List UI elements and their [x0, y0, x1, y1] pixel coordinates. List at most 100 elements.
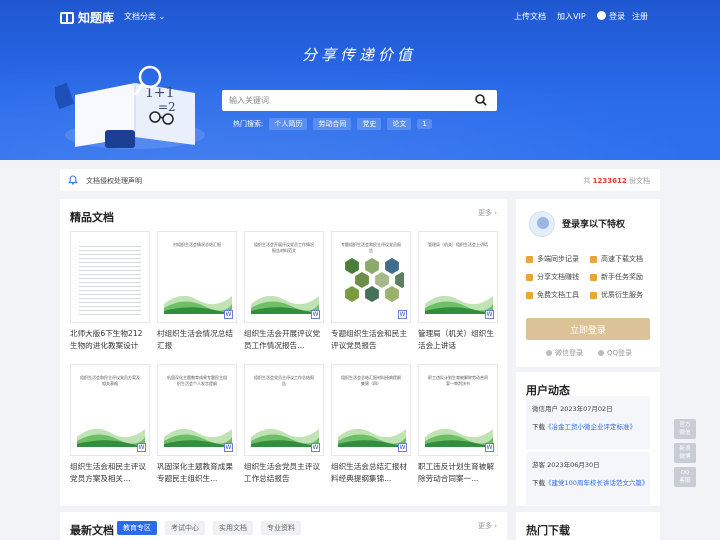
doc-thumbnail: 组织生活会和民主评议党员方案及相关表格 W — [70, 364, 150, 456]
hot-search-term[interactable]: 论文 — [387, 118, 412, 130]
doc-card[interactable]: 组织生活会开展评议党员工作情况报告材料范文 W 组织生活会开展评议党员工作情况报告.… — [244, 231, 324, 352]
search-box — [222, 90, 497, 111]
logo-text: 知题库 — [78, 11, 115, 25]
doc-thumb-title: 组织生活会和民主评议党员方案及相关表格 — [80, 375, 140, 386]
doc-thumbnail: 组织生活会总结汇报材料经典提纲集锦（四） W — [331, 364, 411, 456]
doc-card[interactable]: 职工违反计划生育被解除劳动合同案一审判决书 W 职工违反计划生育被解除劳动合同案一.… — [418, 364, 498, 485]
category-menu[interactable]: 文档分类 ⌄ — [124, 11, 165, 22]
doc-title[interactable]: 巩固深化主题教育成果专题民主组织生... — [157, 461, 237, 485]
word-file-icon: W — [311, 443, 320, 452]
qq-login-link[interactable]: QQ登录 — [598, 348, 632, 358]
feature-item: 高速下载文档 — [590, 254, 643, 264]
doc-thumb-title: 组织生活会开展评议党员工作情况报告材料范文 — [254, 242, 314, 253]
featured-docs-card: 精品文档 更多 › 北师大版6下生物212生物的进化教案设计 村组织生活会情况总结… — [60, 199, 507, 506]
latest-tabs: 教育专区 考试中心 实用文档 专业资料 — [117, 521, 301, 535]
book-logo-icon — [60, 11, 74, 24]
doc-title[interactable]: 管理局（机关）组织生活会上讲话 — [418, 328, 498, 352]
doc-title[interactable]: 组织生活会开展评议党员工作情况报告... — [244, 328, 324, 352]
latest-docs-card: 最新文档 教育专区 考试中心 实用文档 专业资料 更多 › — [60, 512, 507, 540]
tab-professional[interactable]: 专业资料 — [261, 521, 301, 535]
doc-title[interactable]: 职工违反计划生育被解除劳动合同案一... — [418, 461, 498, 485]
word-file-icon: W — [398, 310, 407, 319]
word-file-icon: W — [485, 310, 494, 319]
doc-card[interactable]: 村组织生活会情况总结汇报 W 村组织生活会情况总结汇报 — [157, 231, 237, 352]
doc-thumb-title: 专题组织生活会和民主评议党员报告 — [341, 242, 401, 253]
tab-exams[interactable]: 考试中心 — [165, 521, 205, 535]
doc-title[interactable]: 专题组织生活会和民主评议党员报告 — [331, 328, 411, 352]
category-menu-label: 文档分类 — [124, 12, 156, 21]
featured-title: 精品文档 — [70, 211, 114, 224]
bell-icon — [68, 175, 78, 185]
wechat-login-link[interactable]: 微信登录 — [546, 348, 583, 358]
doc-card[interactable]: 组织生活会总结汇报材料经典提纲集锦（四） W 组织生活会总结汇报材料经典提纲集锦..… — [331, 364, 411, 485]
wechat-login-label: 微信登录 — [555, 349, 583, 357]
feature-label: 优质衍生服务 — [601, 291, 643, 299]
vip-link[interactable]: 加入VIP — [557, 11, 586, 22]
feature-label: 免费文档工具 — [537, 291, 579, 299]
word-file-icon: W — [311, 310, 320, 319]
doc-card[interactable]: 组织生活会和民主评议党员方案及相关表格 W 组织生活会和民主评议党员方案及相关... — [70, 364, 150, 485]
hills-illustration — [338, 428, 406, 447]
activity-verb: 下载 — [532, 479, 545, 487]
activity-item: 游客 2023年06月30日 下载《建党100周年校长讲话范文六篇》 — [526, 452, 650, 505]
doc-card[interactable]: 巩固深化主题教育成果专题民主组织生活会个人发言提纲 W 巩固深化主题教育成果专题民主… — [157, 364, 237, 485]
notice-link[interactable]: 文档侵权处理声明 — [86, 176, 142, 186]
doc-thumbnail: 管理局（机关）组织生活会上讲话 W — [418, 231, 498, 323]
doc-title[interactable]: 组织生活会总结汇报材料经典提纲集锦... — [331, 461, 411, 485]
activity-user: 微信用户 2023年07月02日 — [532, 405, 613, 413]
doc-card[interactable]: 组织生活会党员主评议工作总结报告 W 组织生活会党员主评议工作总结报告 — [244, 364, 324, 485]
hot-search-term[interactable]: 劳动合同 — [313, 118, 352, 130]
search-icon[interactable] — [475, 94, 487, 106]
upload-link[interactable]: 上传文档 — [514, 11, 546, 22]
site-logo[interactable]: 知题库 — [60, 9, 114, 26]
featured-more-link[interactable]: 更多 › — [478, 208, 497, 218]
hexagon-collage — [345, 258, 404, 302]
qq-service-float[interactable]: QQ 客服 — [674, 467, 696, 487]
hills-illustration — [251, 428, 319, 447]
share-icon — [526, 273, 533, 281]
tab-practical[interactable]: 实用文档 — [213, 521, 253, 535]
hot-search-term[interactable]: 个人简历 — [269, 118, 308, 130]
doc-thumb-title: 管理局（机关）组织生活会上讲话 — [428, 242, 488, 247]
hot-downloads-title: 热门下载 — [526, 524, 570, 537]
doc-thumb-title: 巩固深化主题教育成果专题民主组织生活会个人发言提纲 — [167, 375, 227, 386]
word-file-icon: W — [137, 443, 146, 452]
activity-action: 下载《冶金工贸小微企业评定标准》 — [532, 421, 636, 431]
word-file-icon: W — [224, 310, 233, 319]
doc-thumbnail: 职工违反计划生育被解除劳动合同案一审判决书 W — [418, 364, 498, 456]
hot-search-term[interactable]: 党史 — [357, 118, 382, 130]
chevron-down-icon: ⌄ — [158, 12, 166, 21]
latest-more-link[interactable]: 更多 › — [478, 521, 497, 531]
login-link[interactable]: 登录 — [597, 11, 625, 22]
gift-icon — [590, 273, 597, 281]
activity-action: 下载《建党100周年校长讲话范文六篇》 — [532, 477, 648, 487]
doc-title[interactable]: 村组织生活会情况总结汇报 — [157, 328, 237, 352]
doc-card[interactable]: 专题组织生活会和民主评议党员报告 W 专题组织生活会和民主评议党员报告 — [331, 231, 411, 352]
doc-card[interactable]: 管理局（机关）组织生活会上讲话 W 管理局（机关）组织生活会上讲话 — [418, 231, 498, 352]
feature-item: 分享文档赚钱 — [526, 272, 579, 282]
search-input[interactable] — [222, 90, 462, 111]
wechat-official-float[interactable]: 官方 微信 — [674, 419, 696, 439]
qq-icon — [598, 350, 604, 356]
doc-thumbnail: 组织生活会开展评议党员工作情况报告材料范文 W — [244, 231, 324, 323]
tab-education[interactable]: 教育专区 — [117, 521, 157, 535]
register-link[interactable]: 注册 — [632, 11, 648, 22]
doc-title[interactable]: 组织生活会党员主评议工作总结报告 — [244, 461, 324, 485]
hot-search-term[interactable]: 1 — [417, 119, 432, 129]
hills-illustration — [77, 428, 145, 447]
weibo-float[interactable]: 新浪 微博 — [674, 443, 696, 463]
tool-icon — [526, 291, 533, 299]
activity-doc-link[interactable]: 《建党100周年校长讲话范文六篇》 — [545, 479, 648, 487]
doc-card[interactable]: 北师大版6下生物212生物的进化教案设计 — [70, 231, 150, 352]
more-label: 更多 — [477, 522, 492, 530]
doc-title[interactable]: 北师大版6下生物212生物的进化教案设计 — [70, 328, 150, 352]
doc-count: 共 1233612 份文档 — [583, 176, 650, 186]
login-now-button[interactable]: 立即登录 — [526, 318, 650, 340]
doc-thumbnail: 村组织生活会情况总结汇报 W — [157, 231, 237, 323]
activity-doc-link[interactable]: 《冶金工贸小微企业评定标准》 — [545, 423, 636, 431]
feature-item: 免费文档工具 — [526, 290, 579, 300]
doc-title[interactable]: 组织生活会和民主评议党员方案及相关... — [70, 461, 150, 485]
feature-label: 高速下载文档 — [601, 255, 643, 263]
feature-label: 新手任务奖励 — [601, 273, 643, 281]
user-activity-card: 用户动态 微信用户 2023年07月02日 下载《冶金工贸小微企业评定标准》 游… — [516, 372, 660, 506]
